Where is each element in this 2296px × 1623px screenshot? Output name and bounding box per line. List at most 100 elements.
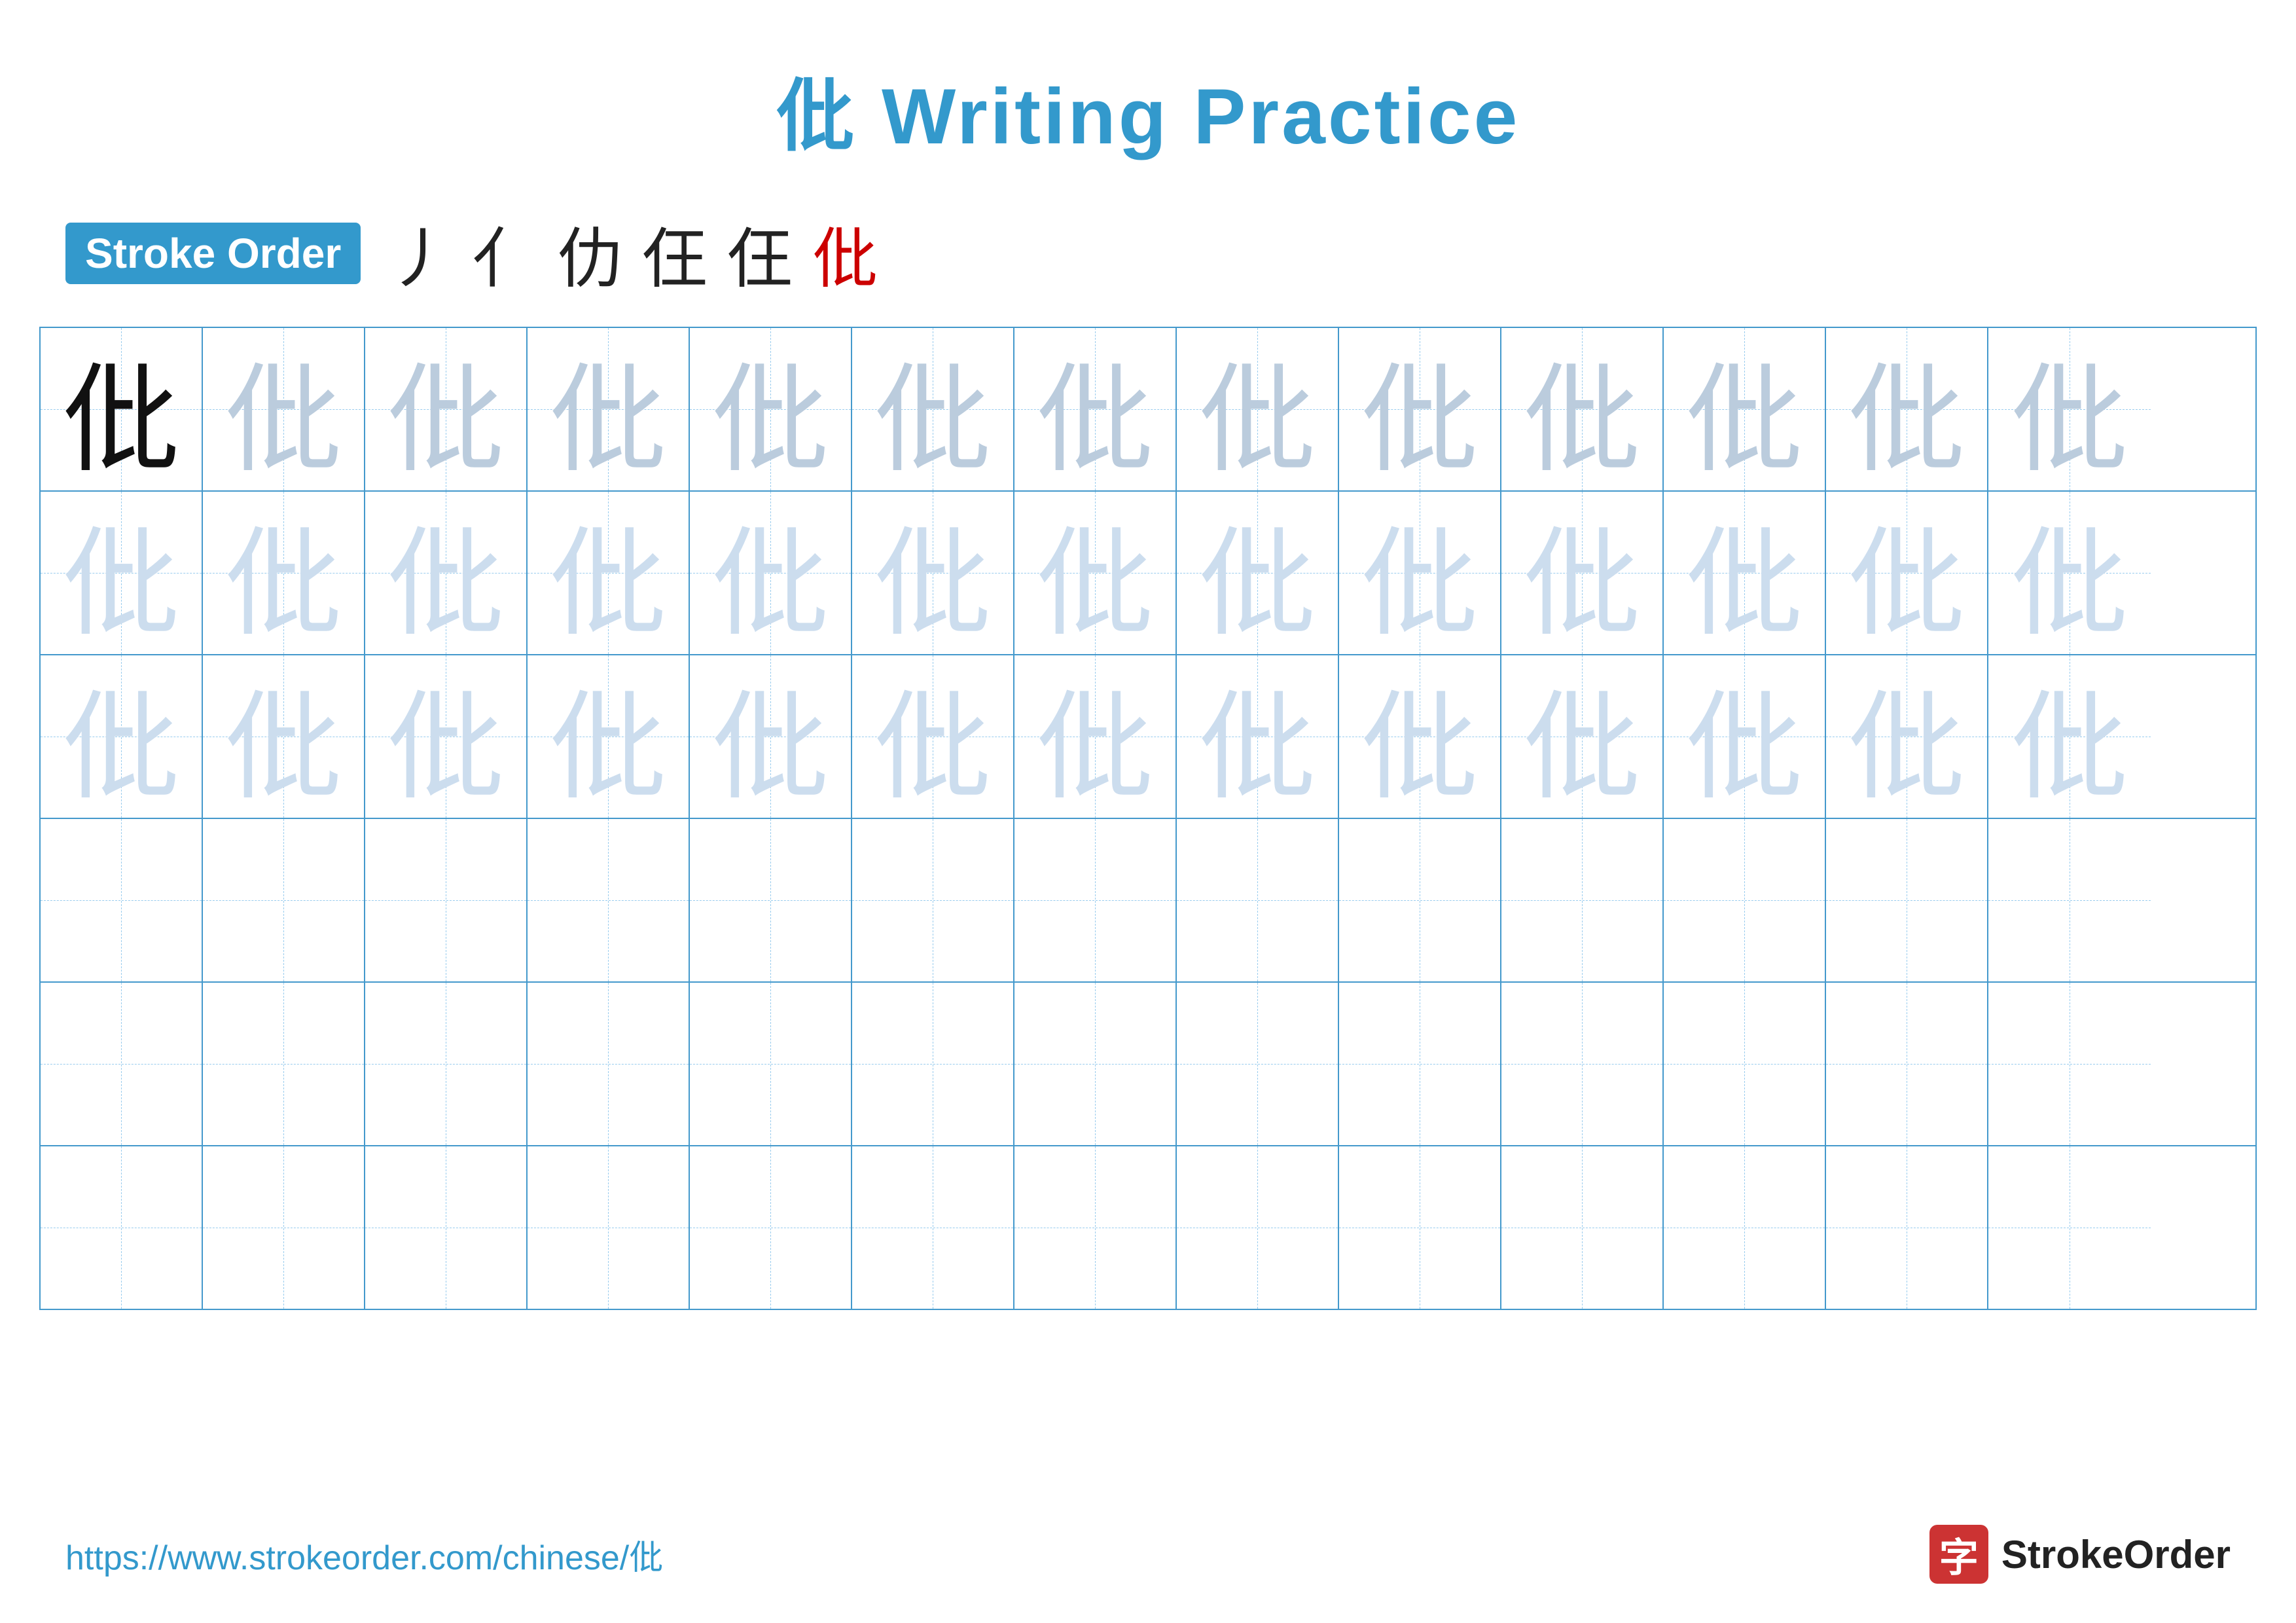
- grid-cell-3-8[interactable]: [1339, 819, 1501, 981]
- grid-cell-4-3[interactable]: [528, 983, 690, 1145]
- grid-cell-5-1[interactable]: [203, 1146, 365, 1309]
- grid-cell-1-4[interactable]: 仳: [690, 492, 852, 654]
- grid-cell-1-0[interactable]: 仳: [41, 492, 203, 654]
- cell-char-1-2: 仳: [387, 492, 505, 654]
- grid-cell-0-0[interactable]: 仳: [41, 328, 203, 490]
- grid-cell-0-10[interactable]: 仳: [1664, 328, 1826, 490]
- grid-cell-3-12[interactable]: [1988, 819, 2151, 981]
- practice-grid: 仳仳仳仳仳仳仳仳仳仳仳仳仳仳仳仳仳仳仳仳仳仳仳仳仳仳仳仳仳仳仳仳仳仳仳仳仳仳仳: [39, 327, 2257, 1310]
- grid-cell-1-12[interactable]: 仳: [1988, 492, 2151, 654]
- grid-row-0[interactable]: 仳仳仳仳仳仳仳仳仳仳仳仳仳: [41, 328, 2255, 492]
- cell-char-1-9: 仳: [1523, 492, 1641, 654]
- grid-cell-1-8[interactable]: 仳: [1339, 492, 1501, 654]
- grid-cell-0-9[interactable]: 仳: [1501, 328, 1664, 490]
- cell-char-2-11: 仳: [1848, 655, 1965, 818]
- grid-cell-3-1[interactable]: [203, 819, 365, 981]
- grid-cell-0-4[interactable]: 仳: [690, 328, 852, 490]
- grid-cell-2-5[interactable]: 仳: [852, 655, 1014, 818]
- cell-char-1-12: 仳: [2011, 492, 2128, 654]
- grid-cell-4-0[interactable]: [41, 983, 203, 1145]
- grid-cell-0-12[interactable]: 仳: [1988, 328, 2151, 490]
- grid-cell-3-4[interactable]: [690, 819, 852, 981]
- grid-cell-1-9[interactable]: 仳: [1501, 492, 1664, 654]
- cell-char-1-11: 仳: [1848, 492, 1965, 654]
- grid-cell-2-9[interactable]: 仳: [1501, 655, 1664, 818]
- grid-cell-1-1[interactable]: 仳: [203, 492, 365, 654]
- grid-cell-5-0[interactable]: [41, 1146, 203, 1309]
- grid-cell-5-11[interactable]: [1826, 1146, 1988, 1309]
- grid-cell-0-3[interactable]: 仳: [528, 328, 690, 490]
- grid-cell-3-5[interactable]: [852, 819, 1014, 981]
- grid-cell-5-4[interactable]: [690, 1146, 852, 1309]
- cell-char-0-3: 仳: [549, 328, 667, 490]
- grid-cell-4-8[interactable]: [1339, 983, 1501, 1145]
- cell-char-0-11: 仳: [1848, 328, 1965, 490]
- grid-cell-0-8[interactable]: 仳: [1339, 328, 1501, 490]
- grid-cell-4-7[interactable]: [1177, 983, 1339, 1145]
- cell-char-0-8: 仳: [1361, 328, 1479, 490]
- grid-cell-5-5[interactable]: [852, 1146, 1014, 1309]
- cell-char-1-0: 仳: [62, 492, 180, 654]
- grid-row-1[interactable]: 仳仳仳仳仳仳仳仳仳仳仳仳仳: [41, 492, 2255, 655]
- grid-cell-3-2[interactable]: [365, 819, 528, 981]
- grid-cell-1-7[interactable]: 仳: [1177, 492, 1339, 654]
- grid-cell-1-6[interactable]: 仳: [1014, 492, 1177, 654]
- grid-cell-5-2[interactable]: [365, 1146, 528, 1309]
- grid-cell-2-1[interactable]: 仳: [203, 655, 365, 818]
- grid-cell-2-2[interactable]: 仳: [365, 655, 528, 818]
- grid-cell-4-9[interactable]: [1501, 983, 1664, 1145]
- grid-cell-4-1[interactable]: [203, 983, 365, 1145]
- cell-char-1-1: 仳: [224, 492, 342, 654]
- grid-cell-5-9[interactable]: [1501, 1146, 1664, 1309]
- grid-cell-1-11[interactable]: 仳: [1826, 492, 1988, 654]
- grid-cell-3-6[interactable]: [1014, 819, 1177, 981]
- grid-cell-3-10[interactable]: [1664, 819, 1826, 981]
- cell-char-2-3: 仳: [549, 655, 667, 818]
- grid-cell-2-12[interactable]: 仳: [1988, 655, 2151, 818]
- grid-cell-5-7[interactable]: [1177, 1146, 1339, 1309]
- grid-cell-0-7[interactable]: 仳: [1177, 328, 1339, 490]
- cell-char-2-6: 仳: [1036, 655, 1154, 818]
- grid-cell-2-7[interactable]: 仳: [1177, 655, 1339, 818]
- grid-cell-1-3[interactable]: 仳: [528, 492, 690, 654]
- grid-row-4[interactable]: [41, 983, 2255, 1146]
- grid-cell-5-6[interactable]: [1014, 1146, 1177, 1309]
- grid-row-2[interactable]: 仳仳仳仳仳仳仳仳仳仳仳仳仳: [41, 655, 2255, 819]
- grid-cell-2-8[interactable]: 仳: [1339, 655, 1501, 818]
- grid-cell-0-1[interactable]: 仳: [203, 328, 365, 490]
- grid-cell-0-2[interactable]: 仳: [365, 328, 528, 490]
- grid-cell-3-7[interactable]: [1177, 819, 1339, 981]
- grid-cell-5-12[interactable]: [1988, 1146, 2151, 1309]
- grid-cell-3-9[interactable]: [1501, 819, 1664, 981]
- stroke-order-badge: Stroke Order: [65, 223, 361, 284]
- grid-cell-2-10[interactable]: 仳: [1664, 655, 1826, 818]
- cell-char-0-5: 仳: [874, 328, 992, 490]
- stroke-2: 亻: [472, 206, 537, 301]
- grid-cell-2-0[interactable]: 仳: [41, 655, 203, 818]
- grid-cell-2-4[interactable]: 仳: [690, 655, 852, 818]
- grid-cell-1-10[interactable]: 仳: [1664, 492, 1826, 654]
- grid-cell-4-4[interactable]: [690, 983, 852, 1145]
- grid-cell-3-0[interactable]: [41, 819, 203, 981]
- grid-cell-1-5[interactable]: 仳: [852, 492, 1014, 654]
- grid-cell-2-3[interactable]: 仳: [528, 655, 690, 818]
- grid-cell-4-6[interactable]: [1014, 983, 1177, 1145]
- grid-cell-3-11[interactable]: [1826, 819, 1988, 981]
- grid-row-3[interactable]: [41, 819, 2255, 983]
- grid-cell-4-12[interactable]: [1988, 983, 2151, 1145]
- grid-cell-4-11[interactable]: [1826, 983, 1988, 1145]
- grid-cell-1-2[interactable]: 仳: [365, 492, 528, 654]
- grid-cell-5-3[interactable]: [528, 1146, 690, 1309]
- grid-cell-5-8[interactable]: [1339, 1146, 1501, 1309]
- grid-cell-2-11[interactable]: 仳: [1826, 655, 1988, 818]
- grid-cell-3-3[interactable]: [528, 819, 690, 981]
- grid-cell-0-6[interactable]: 仳: [1014, 328, 1177, 490]
- grid-row-5[interactable]: [41, 1146, 2255, 1309]
- grid-cell-4-10[interactable]: [1664, 983, 1826, 1145]
- grid-cell-5-10[interactable]: [1664, 1146, 1826, 1309]
- grid-cell-0-11[interactable]: 仳: [1826, 328, 1988, 490]
- grid-cell-2-6[interactable]: 仳: [1014, 655, 1177, 818]
- grid-cell-4-2[interactable]: [365, 983, 528, 1145]
- grid-cell-0-5[interactable]: 仳: [852, 328, 1014, 490]
- grid-cell-4-5[interactable]: [852, 983, 1014, 1145]
